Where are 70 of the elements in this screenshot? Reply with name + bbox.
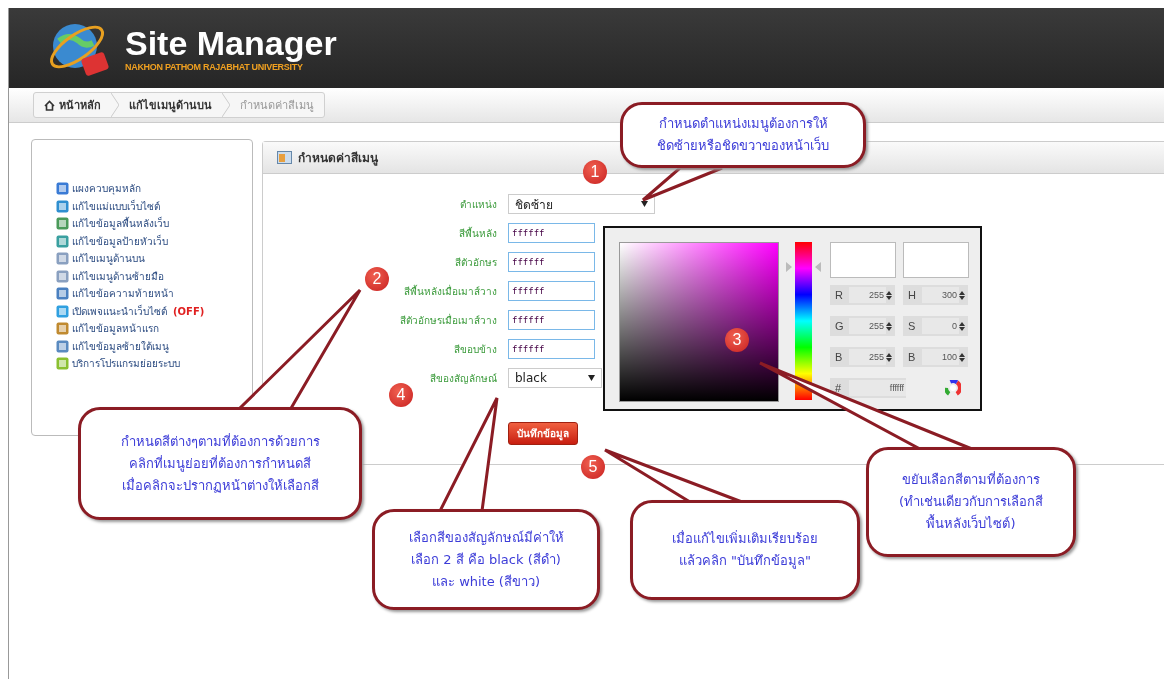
menu-icon <box>56 182 69 196</box>
sidebar-item[interactable]: แก้ไขเมนูด้านซ้ายมือ <box>72 268 164 284</box>
home-icon <box>44 99 55 111</box>
menu-icon <box>56 234 69 248</box>
menu-icon <box>56 357 69 371</box>
slider-handle[interactable] <box>786 262 821 273</box>
sidebar-item[interactable]: แผงควบคุมหลัก <box>72 181 141 197</box>
menu-icon <box>56 217 69 231</box>
sidebar-item[interactable]: แก้ไขข้อมูลป้ายหัวเว็บ <box>72 233 168 249</box>
field-label: สีตัวอักษรเมื่อเมาส์วาง <box>399 312 497 328</box>
spinner-arrows-icon[interactable] <box>886 290 892 300</box>
sidebar-item[interactable]: แก้ไขข้อมูลซ้ายใต้เมนู <box>72 338 169 354</box>
dropdown[interactable]: black <box>508 368 602 388</box>
sidebar-item[interactable]: แก้ไขข้อความท้ายหน้า <box>72 286 174 302</box>
field-label: สีพื้นหลัง <box>458 225 497 241</box>
sidebar-item[interactable]: แก้ไขเมนูด้านบน <box>72 251 145 267</box>
field-label: สีของสัญลักษณ์ <box>429 371 497 386</box>
sidebar-item[interactable]: บริการโปรแกรมย่อยระบบ <box>72 356 180 372</box>
step-number: 4 <box>389 383 413 407</box>
channel-field[interactable]: H 300 <box>903 285 968 305</box>
callout-text: ขยับเลือกสีตามที่ต้องการ (ทำเช่นเดียวกับการเลือกสี พื้นหลังเว็บไซต์) <box>866 447 1076 557</box>
window-icon <box>277 151 292 164</box>
field-label: สีพื้นหลังเมื่อเมาส์วาง <box>403 283 497 299</box>
menu-icon <box>56 269 69 283</box>
channel-field[interactable]: B 100 <box>903 347 968 367</box>
site-title: Site Manager <box>125 24 337 62</box>
channel-field[interactable]: S 0 <box>903 316 968 336</box>
field-label: ตำแหน่ง <box>459 197 497 212</box>
menu-icon <box>56 322 69 336</box>
spinner-arrows-icon[interactable] <box>959 352 965 362</box>
site-subtitle: NAKHON PATHOM RAJABHAT UNIVERSITY <box>125 62 304 72</box>
dropdown[interactable]: ชิดซ้าย <box>508 194 655 214</box>
step-number: 5 <box>581 455 605 479</box>
color-gradient-area[interactable] <box>619 242 779 402</box>
panel-title: กำหนดค่าสีเมนู <box>298 150 378 167</box>
channel-field[interactable]: R 255 <box>830 285 895 305</box>
save-button[interactable]: บันทึกข้อมูล <box>508 422 578 445</box>
sidebar-item[interactable]: แก้ไขแม่แบบเว็บไซต์ <box>72 198 160 214</box>
new-color-swatch <box>830 242 896 278</box>
menu-icon <box>56 304 69 318</box>
hex-field[interactable]: # ffffff <box>830 378 906 398</box>
channel-field[interactable]: G 255 <box>830 316 895 336</box>
caret-icon <box>588 375 595 381</box>
color-input[interactable]: ffffff <box>508 223 595 243</box>
field-label: สีตัวอักษร <box>454 255 497 270</box>
menu-icon <box>56 287 69 301</box>
color-input[interactable]: ffffff <box>508 310 595 330</box>
hue-slider[interactable] <box>786 242 821 400</box>
status-label: (OFF) <box>173 305 205 317</box>
spinner-arrows-icon[interactable] <box>886 352 892 362</box>
current-color-swatch <box>903 242 969 278</box>
color-input[interactable]: ffffff <box>508 252 595 272</box>
step-number: 2 <box>365 267 389 291</box>
sidebar-item[interactable]: แก้ไขข้อมูลพื้นหลังเว็บ <box>72 216 169 232</box>
spinner-arrows-icon[interactable] <box>959 321 965 331</box>
sidebar-item[interactable]: แก้ไขข้อมูลหน้าแรก <box>72 321 159 337</box>
breadcrumb-link[interactable]: แก้ไขเมนูด้านบน <box>119 93 222 117</box>
color-wheel-icon[interactable] <box>945 380 961 396</box>
color-input[interactable]: ffffff <box>508 339 595 359</box>
spinner-arrows-icon[interactable] <box>886 321 892 331</box>
channel-field[interactable]: B 255 <box>830 347 895 367</box>
spinner-arrows-icon[interactable] <box>959 290 965 300</box>
field-label: สีขอบข้าง <box>453 342 497 357</box>
color-input[interactable]: ffffff <box>508 281 595 301</box>
menu-icon <box>56 252 69 266</box>
step-number: 1 <box>583 160 607 184</box>
sidebar-item[interactable]: เปิดเพจแนะนำเว็บไซต์ <box>72 303 167 319</box>
menu-icon <box>56 339 69 353</box>
breadcrumb-link[interactable]: หน้าหลัก <box>34 93 111 117</box>
menu-icon <box>56 199 69 213</box>
